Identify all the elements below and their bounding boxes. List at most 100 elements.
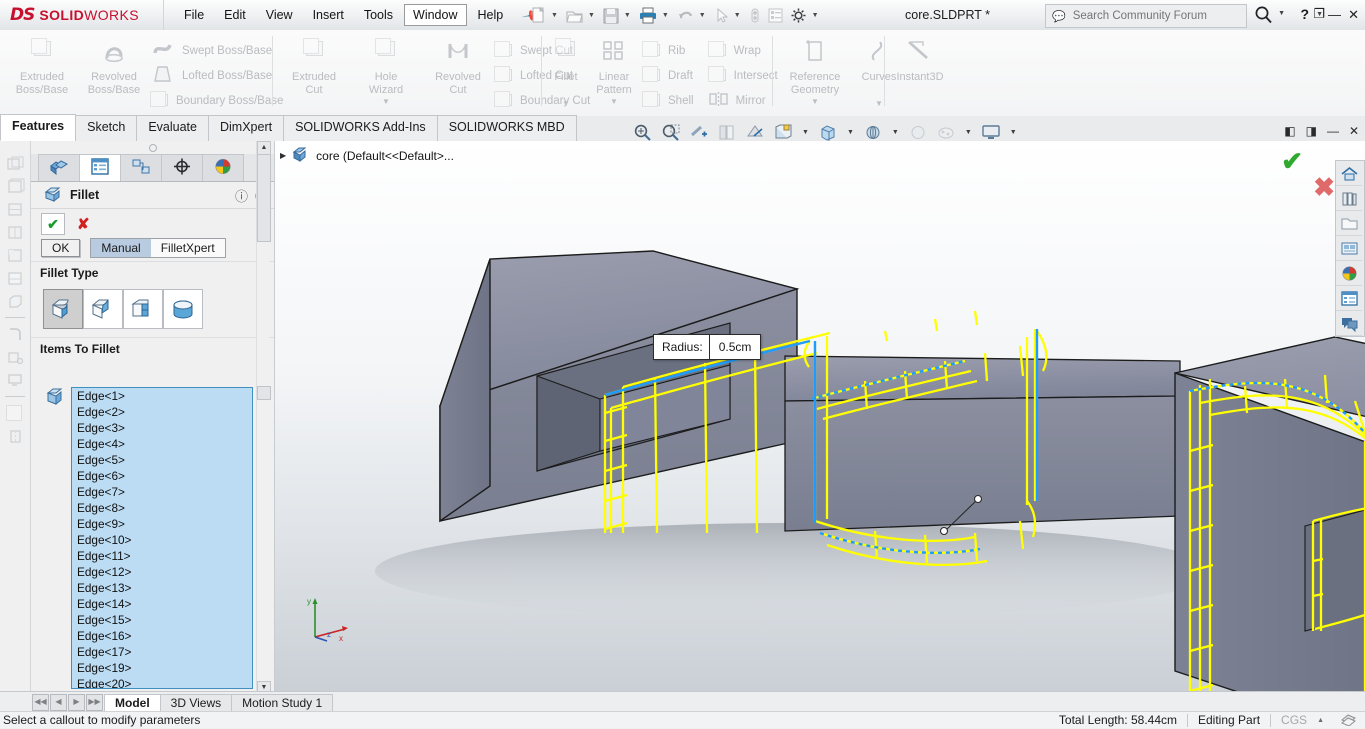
menu-file[interactable]: File xyxy=(175,4,213,26)
dimxpert-manager-tab[interactable] xyxy=(161,154,203,181)
nav-next-button[interactable]: ▶ xyxy=(68,693,85,711)
search-dropdown-caret[interactable]: ▼ xyxy=(1278,10,1285,17)
tab-dimxpert[interactable]: DimXpert xyxy=(207,115,285,141)
view-orientation-icon[interactable] xyxy=(4,153,26,173)
menu-window[interactable]: Window xyxy=(404,4,467,26)
variable-size-fillet-option[interactable] xyxy=(83,289,123,329)
panel-grip[interactable] xyxy=(31,141,274,154)
list-item[interactable]: Edge<17> xyxy=(72,644,252,660)
file-explorer-icon[interactable] xyxy=(1336,211,1362,236)
menu-insert[interactable]: Insert xyxy=(304,4,353,26)
instant3d-button[interactable]: Instant3D xyxy=(888,34,952,84)
overlay-icon[interactable] xyxy=(1340,712,1357,729)
view-orientation-icon[interactable] xyxy=(742,121,768,143)
previous-view-icon[interactable] xyxy=(686,121,712,143)
view-settings-icon[interactable] xyxy=(933,121,959,143)
shell-button[interactable]: Shell xyxy=(642,88,694,113)
close-button[interactable]: ✕ xyxy=(1348,7,1359,23)
custom-properties-icon[interactable] xyxy=(1336,286,1362,311)
hide-show-items-icon[interactable] xyxy=(815,121,841,143)
radius-callout[interactable]: Radius: 0.5cm xyxy=(653,334,762,360)
edges-list[interactable]: Edge<1> Edge<2> Edge<3> Edge<4> Edge<5> … xyxy=(71,387,253,689)
bottom-tab-motion-study[interactable]: Motion Study 1 xyxy=(231,693,334,711)
configuration-manager-tab[interactable] xyxy=(120,154,162,181)
list-item[interactable]: Edge<15> xyxy=(72,612,252,628)
open-document-caret[interactable]: ▼ xyxy=(587,12,599,19)
front-view-icon[interactable] xyxy=(4,245,26,265)
hole-wizard-dropdown-caret[interactable]: ▼ xyxy=(350,96,422,109)
zoom-to-fit-icon[interactable] xyxy=(630,121,656,143)
radius-value[interactable]: 0.5cm xyxy=(710,340,761,354)
zoom-to-area-icon[interactable] xyxy=(658,121,684,143)
bottom-tab-model[interactable]: Model xyxy=(104,693,161,711)
sketch-fillet-icon[interactable] xyxy=(4,324,26,344)
linear-pattern-button[interactable]: Linear Pattern ▼ xyxy=(586,34,642,109)
view-palette-icon[interactable] xyxy=(1336,236,1362,261)
solidworks-forum-icon[interactable] xyxy=(1336,311,1362,336)
section-view-icon[interactable] xyxy=(714,121,740,143)
menu-help[interactable]: Help xyxy=(469,4,513,26)
options-caret[interactable]: ▼ xyxy=(811,12,823,19)
list-item[interactable]: Edge<7> xyxy=(72,484,252,500)
tile-left-icon[interactable]: ◧ xyxy=(1284,124,1295,138)
rib-button[interactable]: Rib xyxy=(642,38,694,63)
tab-features[interactable]: Features xyxy=(0,114,77,141)
units-readout[interactable]: CGS xyxy=(1281,713,1307,727)
extruded-cut-button[interactable]: Extruded Cut xyxy=(278,34,350,96)
list-item[interactable]: Edge<6> xyxy=(72,468,252,484)
fillet-dropdown-caret[interactable]: ▼ xyxy=(546,98,586,111)
nav-last-button[interactable]: ▶▶ xyxy=(86,693,103,711)
boundary-boss-base-button[interactable]: Boundary Boss/Base xyxy=(150,88,283,113)
list-item[interactable]: Edge<13> xyxy=(72,580,252,596)
constant-size-fillet-option[interactable] xyxy=(43,289,83,329)
search-input[interactable] xyxy=(1070,9,1215,23)
scrollbar-thumb[interactable] xyxy=(257,154,271,242)
display-style-icon[interactable] xyxy=(4,291,26,311)
model-canvas[interactable] xyxy=(275,141,1365,696)
hide-show-caret[interactable]: ▼ xyxy=(843,129,858,136)
display-monitor-caret[interactable]: ▼ xyxy=(1006,129,1021,136)
minimize-view-icon[interactable]: — xyxy=(1327,124,1339,138)
full-round-fillet-option[interactable] xyxy=(163,289,203,329)
trimetric-view-icon[interactable] xyxy=(4,199,26,219)
wrap-button[interactable]: Wrap xyxy=(707,38,778,63)
menu-edit[interactable]: Edit xyxy=(215,4,255,26)
shaded-cube-icon[interactable] xyxy=(4,403,26,423)
confirmation-corner-ok[interactable]: ✔ xyxy=(1281,146,1303,177)
list-item[interactable]: Edge<5> xyxy=(72,452,252,468)
list-item[interactable]: Edge<20> xyxy=(72,676,252,688)
restore-button[interactable]: ❐ xyxy=(1313,6,1325,22)
display-monitor-icon[interactable] xyxy=(4,370,26,390)
magnifier-icon[interactable] xyxy=(1254,5,1273,27)
display-style-icon[interactable] xyxy=(770,121,796,143)
sketch-tools-icon[interactable] xyxy=(4,347,26,367)
menu-view[interactable]: View xyxy=(257,4,302,26)
apply-scene-icon[interactable] xyxy=(905,121,931,143)
items-to-fillet-section-header[interactable]: Items To Fillet ^ xyxy=(31,337,274,359)
help-question-icon[interactable]: ? xyxy=(1300,6,1309,22)
list-item[interactable]: Edge<11> xyxy=(72,548,252,564)
new-document-caret[interactable]: ▼ xyxy=(550,12,562,19)
lofted-boss-base-button[interactable]: Lofted Boss/Base xyxy=(150,63,283,88)
whats-new-help-icon[interactable]: ⓘ xyxy=(235,186,248,205)
face-fillet-option[interactable] xyxy=(123,289,163,329)
list-item[interactable]: Edge<9> xyxy=(72,516,252,532)
undo-caret[interactable]: ▼ xyxy=(698,12,710,19)
mirror-button[interactable]: Mirror xyxy=(708,88,778,113)
nav-prev-button[interactable]: ◀ xyxy=(50,693,67,711)
feature-manager-flyout[interactable]: ▶ core (Default<<Default>... xyxy=(280,146,454,165)
list-item[interactable]: Edge<4> xyxy=(72,436,252,452)
fillet-button[interactable]: Fillet ▼ xyxy=(546,34,586,110)
extruded-boss-base-button[interactable]: Extruded Boss/Base xyxy=(6,34,78,96)
expand-arrow-icon[interactable]: ▶ xyxy=(280,151,286,160)
revolved-boss-base-button[interactable]: Revolved Boss/Base xyxy=(78,34,150,96)
linear-pattern-dropdown-caret[interactable]: ▼ xyxy=(586,96,642,109)
list-item[interactable]: Edge<1> xyxy=(72,388,252,404)
list-item[interactable]: Edge<2> xyxy=(72,404,252,420)
nav-first-button[interactable]: ◀◀ xyxy=(32,693,49,711)
graphics-area[interactable] xyxy=(275,141,1365,696)
new-document-icon[interactable] xyxy=(528,6,549,25)
list-item[interactable]: Edge<19> xyxy=(72,660,252,676)
list-item[interactable]: Edge<10> xyxy=(72,532,252,548)
list-item[interactable]: Edge<8> xyxy=(72,500,252,516)
